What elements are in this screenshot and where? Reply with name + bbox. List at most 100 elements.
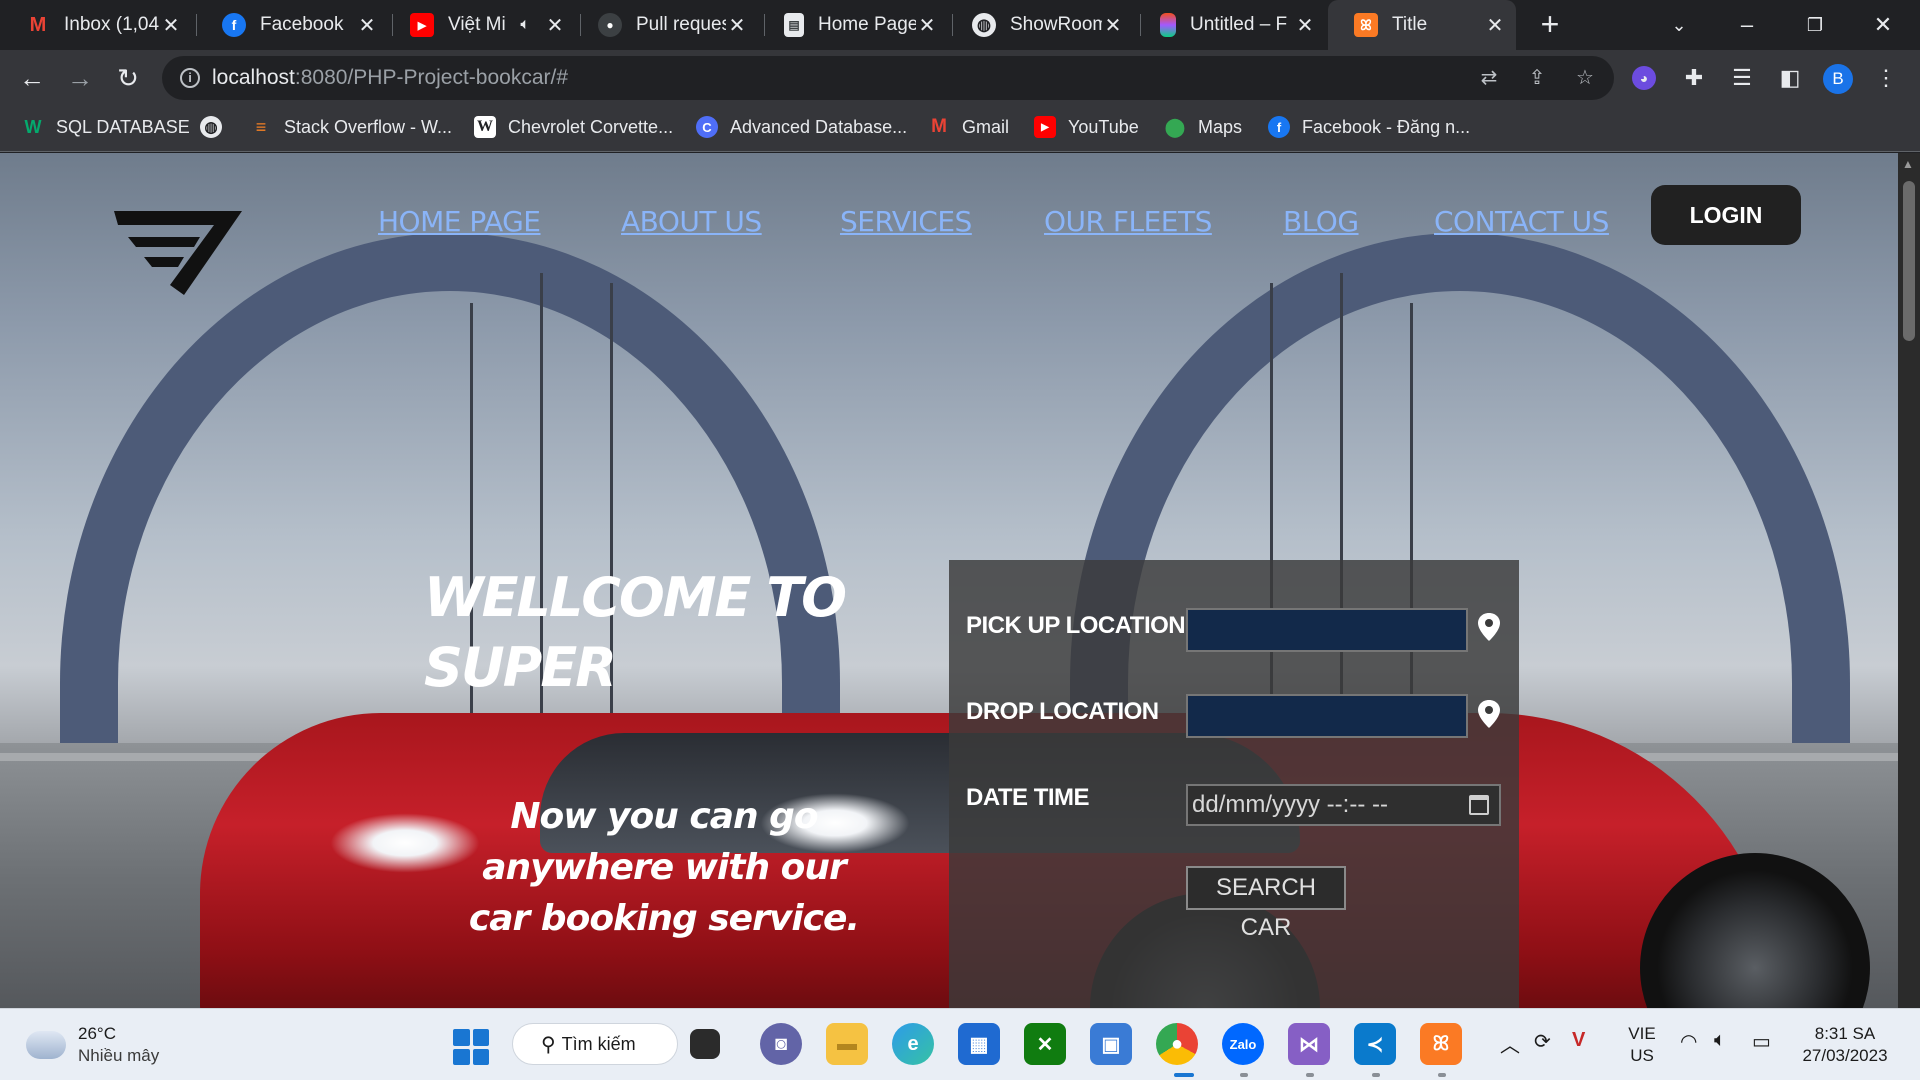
bookmark-sql-database[interactable]: W SQL DATABASE	[22, 116, 190, 138]
pickup-location-input[interactable]	[1186, 608, 1468, 652]
site-logo[interactable]	[110, 203, 246, 303]
nav-services[interactable]: SERVICES	[840, 205, 972, 238]
antivirus-icon[interactable]: V	[1572, 1029, 1585, 1052]
scrollbar-thumb[interactable]	[1903, 181, 1915, 341]
tab-title-active[interactable]: ꕤ Title ✕	[1328, 0, 1516, 50]
pickup-location-label: PICK UP LOCATION	[966, 612, 1186, 639]
tab-github[interactable]: ● Pull request ✕	[572, 0, 758, 50]
xbox-icon[interactable]: ✕	[1024, 1023, 1066, 1065]
menu-kebab-icon[interactable]: ⋮	[1870, 62, 1902, 94]
nav-our-fleets[interactable]: OUR FLEETS	[1044, 205, 1212, 238]
bookmark-label: SQL DATABASE	[56, 116, 190, 137]
restore-button[interactable]: ❐	[1790, 8, 1840, 42]
bookmark-stack-overflow[interactable]: ≡ Stack Overflow - W...	[250, 116, 452, 138]
logo-stripe	[144, 257, 184, 267]
logo-stripe	[128, 237, 200, 247]
reading-list-icon[interactable]: ☰	[1726, 62, 1758, 94]
zalo-icon[interactable]: Zalo	[1222, 1023, 1264, 1065]
visual-studio-icon[interactable]: ⋈	[1288, 1023, 1330, 1065]
nav-blog[interactable]: BLOG	[1283, 205, 1359, 238]
sync-icon[interactable]: ⟳	[1534, 1029, 1551, 1054]
browser-toolbar: ← → ↻ i localhost:8080/PHP-Project-bookc…	[0, 50, 1920, 106]
bookmark-star-icon[interactable]: ☆	[1572, 65, 1598, 91]
page-viewport[interactable]: HOME PAGE ABOUT US SERVICES OUR FLEETS B…	[0, 153, 1898, 1008]
show-hidden-icons-chevron-icon[interactable]: ︿	[1500, 1029, 1520, 1058]
gmail-icon: M	[29, 13, 47, 36]
tab-gmail[interactable]: M Inbox (1,047 ✕	[0, 0, 192, 50]
close-icon[interactable]: ✕	[544, 13, 566, 38]
calendar-icon[interactable]	[1469, 795, 1489, 815]
reload-button[interactable]: ↻	[110, 60, 146, 96]
address-bar[interactable]: i localhost:8080/PHP-Project-bookcar/# ⇄…	[162, 56, 1614, 100]
bookmark-chevrolet-corvette[interactable]: W Chevrolet Corvette...	[474, 116, 673, 138]
bookmark-globe[interactable]: ◍	[200, 116, 222, 138]
bookmark-label: Chevrolet Corvette...	[508, 116, 674, 137]
taskbar-search[interactable]: ⚲ Tìm kiếm	[512, 1023, 678, 1065]
bookmark-maps[interactable]: ⬤ Maps	[1164, 116, 1242, 138]
app-icon[interactable]: ▣	[1090, 1023, 1132, 1065]
share-icon[interactable]: ⇪	[1524, 65, 1550, 91]
edge-browser-icon[interactable]: e	[892, 1023, 934, 1065]
info-icon[interactable]: i	[180, 68, 200, 88]
nav-home-page[interactable]: HOME PAGE	[378, 205, 541, 238]
close-window-button[interactable]: ✕	[1858, 8, 1908, 42]
scroll-up-arrow-icon[interactable]: ▲	[1902, 157, 1914, 171]
profile-avatar[interactable]: B	[1823, 64, 1853, 94]
xampp-icon[interactable]: ꕤ	[1420, 1023, 1462, 1065]
tab-showroom[interactable]: ◍ ShowRoom ✕	[946, 0, 1134, 50]
translate-icon[interactable]: ⇄	[1476, 65, 1502, 91]
weather-widget[interactable]: 26°C Nhiều mây	[22, 1023, 160, 1067]
extension-icon[interactable]: ◕	[1632, 66, 1656, 90]
forward-button[interactable]: →	[62, 60, 98, 96]
booking-form: PICK UP LOCATION DROP LOCATION DATE TIME…	[949, 560, 1519, 1008]
vscode-icon[interactable]: ≺	[1354, 1023, 1396, 1065]
close-icon[interactable]: ✕	[1484, 13, 1506, 38]
teams-chat-icon[interactable]: ◙	[760, 1023, 802, 1065]
close-icon[interactable]: ✕	[916, 13, 938, 38]
tab-home-page[interactable]: ▤ Home Page ✕	[758, 0, 948, 50]
side-panel-icon[interactable]: ◧	[1774, 62, 1806, 94]
volume-icon[interactable]: 🔈︎	[1714, 1029, 1726, 1052]
bookmark-gmail[interactable]: M Gmail	[928, 116, 1009, 138]
close-icon[interactable]: ✕	[726, 13, 748, 38]
file-explorer-icon[interactable]: ▬	[826, 1023, 868, 1065]
date-time-input[interactable]: dd/mm/yyyy --:-- --	[1186, 784, 1501, 826]
chrome-icon[interactable]: ●	[1156, 1023, 1198, 1065]
speaker-icon[interactable]: 🔈︎	[520, 16, 530, 34]
bookmark-youtube[interactable]: ▶ YouTube	[1034, 116, 1139, 138]
input-language[interactable]: VIE US	[1622, 1023, 1662, 1067]
tab-youtube[interactable]: ▶ Việt Mi 🔈︎ ✕	[384, 0, 576, 50]
bookmark-advanced-database[interactable]: C Advanced Database...	[696, 116, 907, 138]
drop-location-input[interactable]	[1186, 694, 1468, 738]
new-tab-button[interactable]: +	[1535, 8, 1565, 42]
close-icon[interactable]: ✕	[356, 13, 378, 38]
tab-figma[interactable]: Untitled – F ✕	[1134, 0, 1326, 50]
system-clock[interactable]: 8:31 SA 27/03/2023	[1795, 1023, 1895, 1067]
login-button[interactable]: LOGIN	[1651, 185, 1801, 245]
bookmark-facebook[interactable]: f Facebook - Đăng n...	[1268, 116, 1470, 138]
start-button[interactable]	[453, 1029, 489, 1065]
wifi-icon[interactable]: ◠	[1680, 1029, 1697, 1054]
close-icon[interactable]: ✕	[1102, 13, 1124, 38]
bookmark-label: Stack Overflow - W...	[284, 116, 453, 137]
search-car-button[interactable]: SEARCH CAR	[1186, 866, 1346, 941]
battery-icon[interactable]: ▭	[1752, 1029, 1771, 1054]
tab-title: Việt Mi	[448, 14, 506, 35]
page-scrollbar[interactable]: ▲	[1898, 153, 1920, 1008]
extensions-puzzle-icon[interactable]: ✚	[1678, 62, 1710, 94]
running-app-indicator	[1372, 1073, 1380, 1077]
minimize-button[interactable]: –	[1722, 8, 1772, 42]
back-button[interactable]: ←	[14, 60, 50, 96]
taskbar-search-label: Tìm kiếm	[561, 1033, 636, 1054]
nav-contact-us[interactable]: CONTACT US	[1434, 205, 1609, 238]
task-view-icon[interactable]	[690, 1029, 720, 1059]
microsoft-store-icon[interactable]: ▦	[958, 1023, 1000, 1065]
nav-about-us[interactable]: ABOUT US	[621, 205, 762, 238]
tab-search-icon[interactable]: ⌄	[1654, 8, 1704, 42]
close-icon[interactable]: ✕	[160, 13, 182, 38]
weather-condition: Nhiều mây	[78, 1046, 160, 1065]
youtube-icon: ▶	[1034, 116, 1056, 138]
tab-facebook[interactable]: f Facebook ✕	[196, 0, 388, 50]
close-icon[interactable]: ✕	[1294, 13, 1316, 38]
url-text[interactable]: localhost:8080/PHP-Project-bookcar/#	[212, 66, 568, 90]
